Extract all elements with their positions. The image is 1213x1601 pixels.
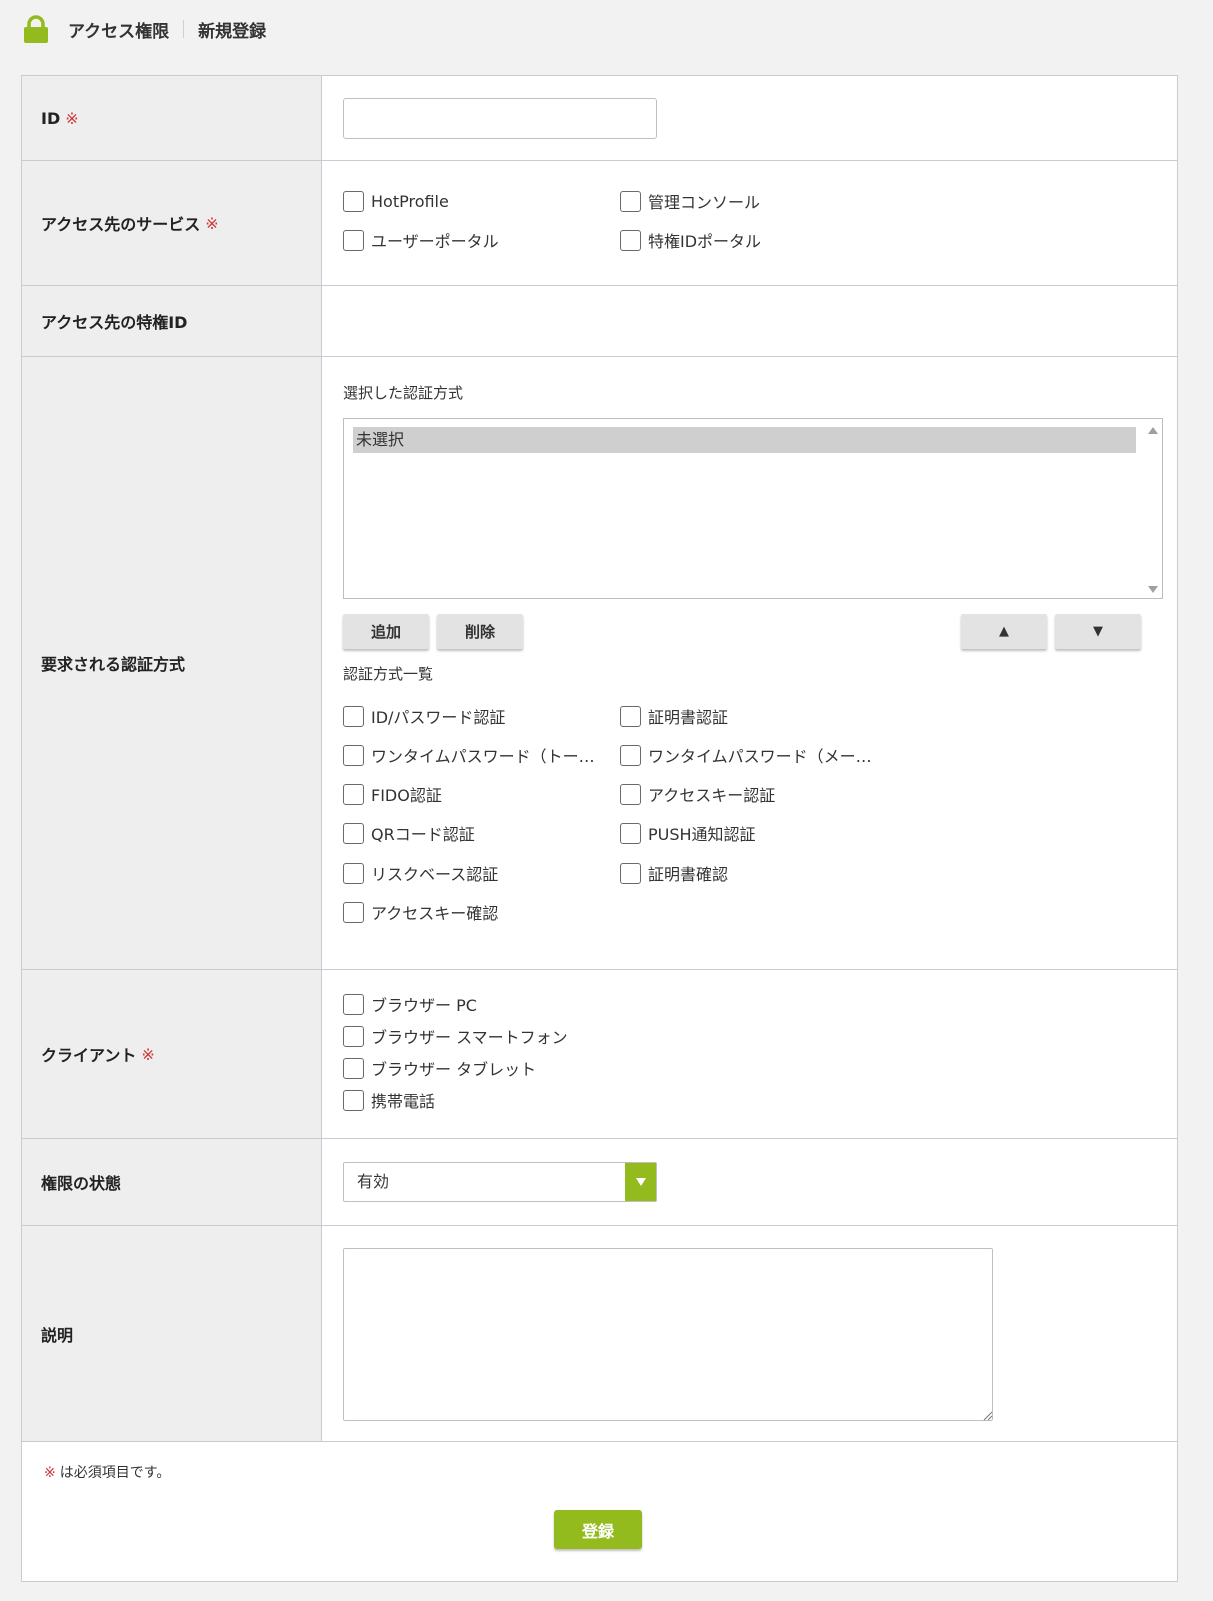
page-title: 新規登録	[198, 21, 267, 42]
service-option-privileged-id-portal[interactable]: 特権IDポータル	[620, 228, 761, 252]
status-content-cell: 有効	[323, 1139, 1177, 1225]
move-up-button[interactable]: ▲	[961, 614, 1047, 649]
description-row: 説明	[22, 1226, 1177, 1442]
client-option-mobile-phone[interactable]: 携帯電話	[343, 1088, 435, 1112]
checkbox[interactable]	[343, 229, 364, 251]
checkbox[interactable]	[343, 1025, 364, 1047]
chevron-down-icon	[635, 1178, 646, 1186]
auth-methods-row: 要求される認証方式 選択した認証方式 未選択 追加 削除 ▲ ▼ 認証方式一覧 …	[22, 357, 1177, 970]
lock-icon	[24, 15, 48, 43]
auth-option-otp-token[interactable]: ワンタイムパスワード（トー…	[343, 743, 595, 767]
required-mark: ※	[65, 108, 79, 128]
selected-auth-label: 選択した認証方式	[343, 384, 464, 402]
checkbox[interactable]	[343, 783, 364, 805]
checkbox[interactable]	[620, 822, 641, 844]
checkbox[interactable]	[620, 190, 641, 212]
auth-option-id-password[interactable]: ID/パスワード認証	[343, 704, 505, 728]
auth-option-access-key-check[interactable]: アクセスキー確認	[343, 900, 498, 924]
checkbox[interactable]	[620, 705, 641, 727]
services-content-cell: HotProfile 管理コンソール ユーザーポータル 特権IDポータル	[323, 161, 1177, 285]
status-label-cell: 権限の状態	[22, 1139, 322, 1225]
id-input[interactable]	[343, 98, 657, 139]
client-option-browser-pc[interactable]: ブラウザー PC	[343, 992, 477, 1016]
auth-option-risk-based[interactable]: リスクベース認証	[343, 861, 498, 885]
auth-option-access-key[interactable]: アクセスキー認証	[620, 782, 775, 806]
auth-list-label: 認証方式一覧	[343, 665, 434, 683]
description-content-cell	[323, 1226, 1177, 1441]
client-row: クライアント ※ ブラウザー PC ブラウザー スマートフォン ブラウザー タブ…	[22, 970, 1177, 1139]
privileged-id-label-cell: アクセス先の特権ID	[22, 286, 322, 356]
checkbox[interactable]	[343, 744, 364, 766]
privileged-id-content-cell	[323, 286, 1177, 356]
checkbox[interactable]	[343, 822, 364, 844]
breadcrumb-separator	[183, 20, 185, 38]
service-option-admin-console[interactable]: 管理コンソール	[620, 189, 760, 213]
status-label: 権限の状態	[41, 1174, 122, 1193]
auth-methods-label-cell: 要求される認証方式	[22, 357, 322, 969]
breadcrumb-parent[interactable]: アクセス権限	[68, 17, 169, 42]
privileged-id-label: アクセス先の特権ID	[41, 313, 188, 332]
id-row: ID ※	[22, 76, 1177, 161]
id-label: ID	[41, 108, 61, 128]
description-textarea[interactable]	[343, 1248, 993, 1421]
auth-option-otp-mail[interactable]: ワンタイムパスワード（メー…	[620, 743, 872, 767]
checkbox[interactable]	[343, 1057, 364, 1079]
breadcrumb: アクセス権限 新規登録	[22, 14, 266, 44]
client-option-browser-tablet[interactable]: ブラウザー タブレット	[343, 1056, 536, 1080]
services-label: アクセス先のサービス	[41, 215, 201, 234]
auth-option-push[interactable]: PUSH通知認証	[620, 821, 756, 845]
checkbox[interactable]	[620, 229, 641, 251]
required-mark: ※	[205, 213, 219, 233]
checkbox[interactable]	[343, 1089, 364, 1111]
selected-auth-listbox[interactable]: 未選択	[343, 418, 1163, 599]
checkbox[interactable]	[620, 744, 641, 766]
services-label-cell: アクセス先のサービス ※	[22, 161, 322, 285]
description-label-cell: 説明	[22, 1226, 322, 1441]
add-button[interactable]: 追加	[343, 614, 429, 649]
status-select-value: 有効	[357, 1172, 390, 1191]
register-button[interactable]: 登録	[554, 1510, 642, 1549]
checkbox[interactable]	[343, 862, 364, 884]
checkbox[interactable]	[343, 190, 364, 212]
checkbox[interactable]	[620, 783, 641, 805]
form-footer: ※ は必須項目です。 登録	[22, 1442, 1177, 1581]
privileged-id-row: アクセス先の特権ID	[22, 286, 1177, 357]
client-content-cell: ブラウザー PC ブラウザー スマートフォン ブラウザー タブレット 携帯電話	[323, 970, 1177, 1138]
dropdown-button[interactable]	[625, 1163, 656, 1201]
id-label-cell: ID ※	[22, 76, 322, 160]
services-row: アクセス先のサービス ※ HotProfile 管理コンソール ユーザーポータル…	[22, 161, 1177, 286]
client-option-browser-smartphone[interactable]: ブラウザー スマートフォン	[343, 1024, 568, 1048]
auth-option-certificate[interactable]: 証明書認証	[620, 704, 728, 728]
move-down-button[interactable]: ▼	[1055, 614, 1141, 649]
status-select[interactable]: 有効	[343, 1162, 657, 1202]
description-label: 説明	[41, 1325, 74, 1345]
auth-option-certificate-check[interactable]: 証明書確認	[620, 861, 728, 885]
required-mark: ※	[44, 1465, 56, 1481]
auth-option-fido[interactable]: FIDO認証	[343, 782, 442, 806]
list-item[interactable]: 未選択	[353, 427, 1136, 453]
scroll-down-icon[interactable]	[1147, 585, 1159, 595]
checkbox[interactable]	[343, 993, 364, 1015]
checkbox[interactable]	[343, 705, 364, 727]
service-option-hotprofile[interactable]: HotProfile	[343, 189, 449, 213]
access-permission-form: ID ※ アクセス先のサービス ※ HotProfile 管理コンソール ユーザ…	[21, 75, 1178, 1582]
auth-methods-label: 要求される認証方式	[41, 655, 186, 674]
auth-option-qr-code[interactable]: QRコード認証	[343, 821, 475, 845]
scroll-up-icon[interactable]	[1147, 425, 1159, 435]
delete-button[interactable]: 削除	[437, 614, 523, 649]
service-option-user-portal[interactable]: ユーザーポータル	[343, 228, 499, 252]
status-row: 権限の状態 有効	[22, 1139, 1177, 1226]
checkbox[interactable]	[620, 862, 641, 884]
id-content-cell	[323, 76, 1177, 160]
required-mark: ※	[141, 1044, 155, 1064]
checkbox[interactable]	[343, 901, 364, 923]
required-note: ※ は必須項目です。	[44, 1465, 171, 1481]
auth-methods-content-cell: 選択した認証方式 未選択 追加 削除 ▲ ▼ 認証方式一覧 ID/パスワード認証…	[323, 357, 1177, 969]
resize-grip-icon[interactable]	[983, 1411, 993, 1421]
client-label-cell: クライアント ※	[22, 970, 322, 1138]
client-label: クライアント	[41, 1046, 137, 1065]
